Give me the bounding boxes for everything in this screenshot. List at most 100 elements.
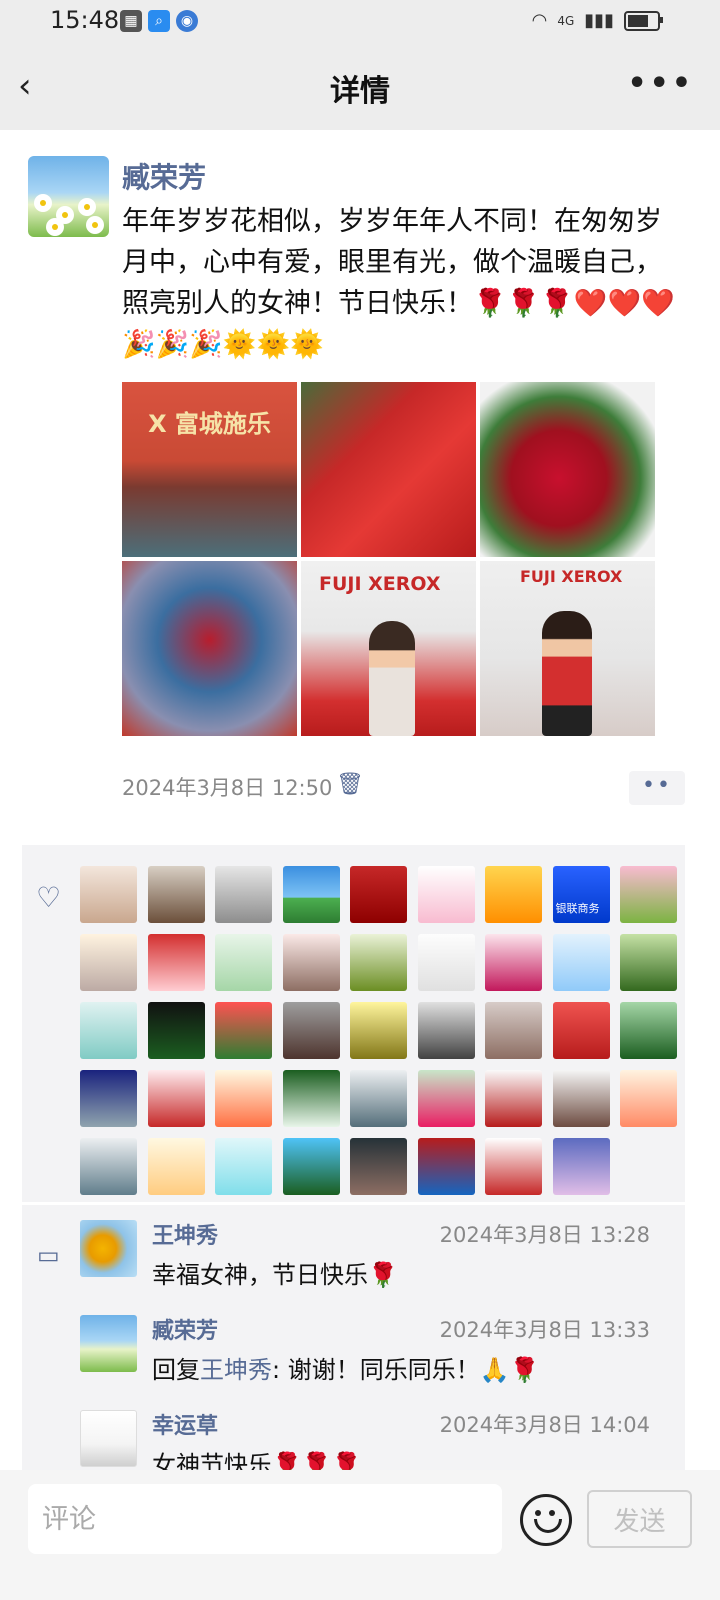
- trash-icon[interactable]: 🗑: [336, 772, 364, 797]
- emoji-icon[interactable]: [520, 1494, 572, 1546]
- like-avatar[interactable]: [80, 1070, 137, 1127]
- comment-input[interactable]: [28, 1484, 502, 1554]
- reply-to-name[interactable]: 王坤秀: [200, 1356, 272, 1384]
- wifi-icon: ◠: [531, 10, 548, 31]
- daisy-shape: [80, 200, 94, 214]
- like-avatar[interactable]: [485, 1138, 542, 1195]
- like-avatar[interactable]: [417, 1138, 475, 1195]
- xerox-sign-text: FUJI XEROX: [319, 573, 441, 595]
- like-avatar[interactable]: [282, 866, 340, 923]
- like-avatar[interactable]: [147, 866, 205, 923]
- post-text: 年年岁岁花相似，岁岁年年人不同！在匆匆岁月中，心中有爱，眼里有光，做个温暖自己，…: [122, 206, 675, 360]
- comment-item[interactable]: 王坤秀 2024年3月8日 13:28 幸福女神，节日快乐🌹: [80, 1205, 680, 1295]
- post-timestamp: 2024年3月8日 12:50: [122, 776, 333, 800]
- status-bar: 15:48 ▦ ⌕ ◉ ◠ 4G ▮▮▮: [0, 0, 720, 44]
- emoji-mouth: [534, 1519, 562, 1533]
- like-avatar[interactable]: [282, 934, 340, 991]
- like-avatar[interactable]: [215, 934, 272, 991]
- like-avatar[interactable]: [215, 1070, 272, 1127]
- reply-prefix: 回复: [152, 1356, 200, 1384]
- commenter-name[interactable]: 王坤秀: [152, 1218, 218, 1250]
- signal-icon: ▮▮▮: [584, 10, 614, 31]
- person-figure: [542, 611, 592, 736]
- search-app-icon: ⌕: [148, 10, 170, 32]
- network-label: 4G: [557, 13, 575, 28]
- like-avatar[interactable]: [350, 1002, 407, 1059]
- like-avatar[interactable]: [485, 934, 542, 991]
- photo-2[interactable]: [301, 382, 476, 557]
- browser-icon: ◉: [176, 10, 198, 32]
- commenter-name[interactable]: 臧荣芳: [152, 1313, 218, 1345]
- page-title: 详情: [330, 74, 390, 109]
- like-avatar[interactable]: [620, 866, 677, 923]
- photo-4[interactable]: [122, 561, 297, 736]
- xerox-sign-text: FUJI XEROX: [520, 567, 623, 586]
- like-avatar[interactable]: [485, 1002, 542, 1059]
- like-avatar[interactable]: [350, 1138, 407, 1195]
- like-avatar[interactable]: [417, 934, 475, 991]
- commenter-name[interactable]: 幸运草: [152, 1408, 218, 1440]
- like-avatar[interactable]: [350, 1070, 407, 1127]
- more-button[interactable]: •••: [627, 66, 694, 101]
- like-avatar[interactable]: [485, 1070, 542, 1127]
- photo-3[interactable]: [480, 382, 655, 557]
- like-avatar[interactable]: [552, 1002, 610, 1059]
- like-avatar[interactable]: [620, 1070, 677, 1127]
- commenter-avatar[interactable]: [80, 1315, 137, 1372]
- battery-icon: [624, 10, 663, 31]
- heart-icon: ♡: [36, 881, 62, 914]
- daisy-shape: [88, 218, 102, 232]
- like-avatar[interactable]: [147, 934, 205, 991]
- like-avatar[interactable]: [350, 866, 407, 923]
- like-avatar[interactable]: [282, 1002, 340, 1059]
- shop-sign-text: X 富城施乐: [148, 410, 271, 438]
- like-avatar[interactable]: [620, 1002, 677, 1059]
- comment-text: 幸福女神，节日快乐🌹: [152, 1261, 398, 1289]
- comment-input-bar: 发送: [0, 1470, 720, 1600]
- photo-6[interactable]: FUJI XEROX: [480, 561, 655, 736]
- comment-text: 女神节快乐🌹🌹🌹: [152, 1451, 362, 1470]
- commenter-avatar[interactable]: [80, 1220, 137, 1277]
- person-figure: [369, 621, 415, 736]
- like-avatar[interactable]: [417, 866, 475, 923]
- battery-fill: [628, 14, 648, 27]
- like-avatar[interactable]: [417, 1002, 475, 1059]
- status-notification-icons: ▦ ⌕ ◉: [120, 10, 198, 32]
- like-avatar[interactable]: [620, 934, 677, 991]
- like-avatar-grid: 银联商务: [80, 866, 677, 1195]
- photo-5[interactable]: FUJI XEROX: [301, 561, 476, 736]
- daisy-shape: [58, 208, 72, 222]
- like-avatar[interactable]: [350, 934, 407, 991]
- gift-icon: ▦: [120, 10, 142, 32]
- like-avatar[interactable]: [147, 1002, 205, 1059]
- comment-item[interactable]: 幸运草 2024年3月8日 14:04 女神节快乐🌹🌹🌹: [80, 1395, 680, 1470]
- like-avatar[interactable]: [485, 866, 542, 923]
- like-avatar[interactable]: [80, 934, 137, 991]
- like-avatar[interactable]: [215, 1002, 272, 1059]
- send-button[interactable]: 发送: [587, 1490, 692, 1548]
- like-avatar[interactable]: [552, 934, 610, 991]
- like-avatar[interactable]: [215, 1138, 272, 1195]
- like-avatar[interactable]: [80, 1138, 137, 1195]
- like-avatar[interactable]: [417, 1070, 475, 1127]
- like-avatar[interactable]: [282, 1138, 340, 1195]
- comment-item[interactable]: 臧荣芳 2024年3月8日 13:33 回复王坤秀: 谢谢！同乐同乐！🙏🌹: [80, 1300, 680, 1390]
- photo-grid: X 富城施乐 FUJI XEROX FUJI XEROX: [122, 382, 656, 736]
- avatar-card-title: 银联商务: [555, 902, 600, 915]
- like-avatar[interactable]: [552, 1138, 610, 1195]
- like-avatar[interactable]: [552, 1070, 610, 1127]
- commenter-avatar[interactable]: [80, 1410, 137, 1467]
- author-name[interactable]: 臧荣芳: [122, 156, 206, 196]
- author-avatar[interactable]: [28, 156, 109, 237]
- photo-1[interactable]: X 富城施乐: [122, 382, 297, 557]
- actions-button[interactable]: ••: [629, 771, 685, 805]
- like-avatar[interactable]: [215, 866, 272, 923]
- like-avatar[interactable]: [147, 1070, 205, 1127]
- like-avatar[interactable]: [80, 866, 137, 923]
- like-avatar[interactable]: [80, 1002, 137, 1059]
- like-avatar[interactable]: [147, 1138, 205, 1195]
- emoji-eye: [549, 1510, 555, 1516]
- like-avatar[interactable]: 银联商务: [552, 866, 610, 923]
- like-avatar[interactable]: [282, 1070, 340, 1127]
- comment-time: 2024年3月8日 14:04: [439, 1413, 650, 1437]
